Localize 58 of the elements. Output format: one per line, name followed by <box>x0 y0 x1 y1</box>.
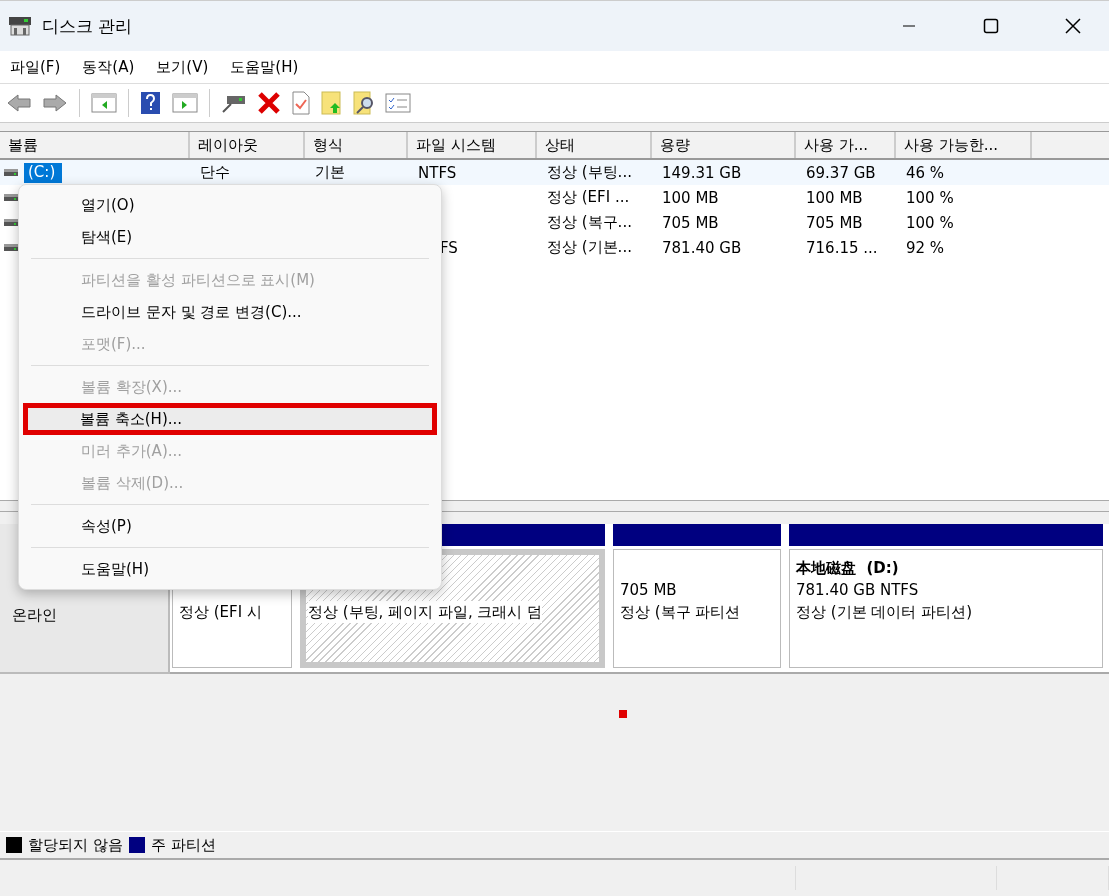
disk-management-icon <box>8 15 32 37</box>
disk-drive-icon <box>4 194 18 201</box>
table-cell: NTFS <box>418 163 457 182</box>
menu-item[interactable]: 파일(F) <box>10 57 61 77</box>
partition-block[interactable]: 本地磁盘 (D:) 781.40 GB NTFS 정상 (기본 데이터 파티션) <box>789 549 1103 668</box>
partition-title: 本地磁盘 (D:) <box>796 558 900 579</box>
minimize-icon <box>902 25 916 27</box>
partition-info: 정상 (부팅, 페이지 파일, 크래시 덤 <box>308 601 543 623</box>
disk-drive-icon <box>4 244 18 251</box>
context-menu-item[interactable]: 드라이브 문자 및 경로 변경(C)... <box>25 296 435 328</box>
context-menu-item[interactable]: 속성(P) <box>25 510 435 542</box>
disk-drive-icon <box>4 219 18 226</box>
table-cell: 정상 (EFI ... <box>547 188 630 207</box>
column-header[interactable]: 파일 시스템 <box>408 132 537 158</box>
context-menu-item[interactable]: 열기(O) <box>25 189 435 221</box>
legend-label: 주 파티션 <box>150 835 216 855</box>
column-header[interactable]: 형식 <box>305 132 408 158</box>
pane-left-icon[interactable] <box>89 90 119 116</box>
table-cell: 716.15 ... <box>806 238 878 257</box>
table-cell: 705 MB <box>806 213 863 232</box>
maximize-icon <box>983 18 999 34</box>
table-cell: 100 MB <box>662 188 719 207</box>
delete-icon[interactable] <box>255 90 283 116</box>
table-cell: 100 % <box>906 188 954 207</box>
table-cell: 69.37 GB <box>806 163 876 182</box>
column-header[interactable]: 상태 <box>537 132 652 158</box>
volume-name[interactable]: (C:) <box>24 162 62 183</box>
table-cell: 149.31 GB <box>662 163 742 182</box>
disk-status: 온라인 <box>12 606 57 625</box>
column-header[interactable]: 용량 <box>652 132 796 158</box>
checked-document-icon[interactable] <box>289 89 313 117</box>
table-cell: 92 % <box>906 238 945 257</box>
table-cell: 단수 <box>200 163 230 182</box>
table-cell: 705 MB <box>662 213 719 232</box>
table-cell: 정상 (복구... <box>547 213 632 232</box>
context-menu-item[interactable]: 볼륨 축소(H)... <box>23 403 437 435</box>
context-menu-item[interactable]: 탐색(E) <box>25 221 435 253</box>
disk-drive-icon <box>4 169 18 176</box>
column-header[interactable]: 볼륨 <box>0 132 190 158</box>
pane-right-icon[interactable] <box>170 90 200 116</box>
menu-item[interactable]: 동작(A) <box>82 57 135 77</box>
menu-item[interactable]: 보기(V) <box>156 57 209 77</box>
table-cell: 46 % <box>906 163 945 182</box>
close-icon <box>1065 18 1081 34</box>
column-header[interactable]: 사용 가... <box>796 132 896 158</box>
table-cell: 정상 (부팅... <box>547 163 632 182</box>
column-header[interactable]: 사용 가능한... <box>896 132 1032 158</box>
partition-block[interactable]: 705 MB 정상 (복구 파티션 <box>613 549 781 668</box>
column-header[interactable]: 레이아웃 <box>190 132 305 158</box>
table-cell: 100 % <box>906 213 954 232</box>
window-title: 디스크 관리 <box>42 14 134 38</box>
table-cell: 781.40 GB <box>662 238 742 257</box>
legend-label: 할당되지 않음 <box>28 835 123 855</box>
table-cell: 100 MB <box>806 188 863 207</box>
menu-item[interactable]: 도움말(H) <box>230 57 299 77</box>
table-cell: 정상 (기본... <box>547 238 632 257</box>
checklist-icon[interactable] <box>383 90 413 116</box>
table-cell: 기본 <box>315 163 345 182</box>
